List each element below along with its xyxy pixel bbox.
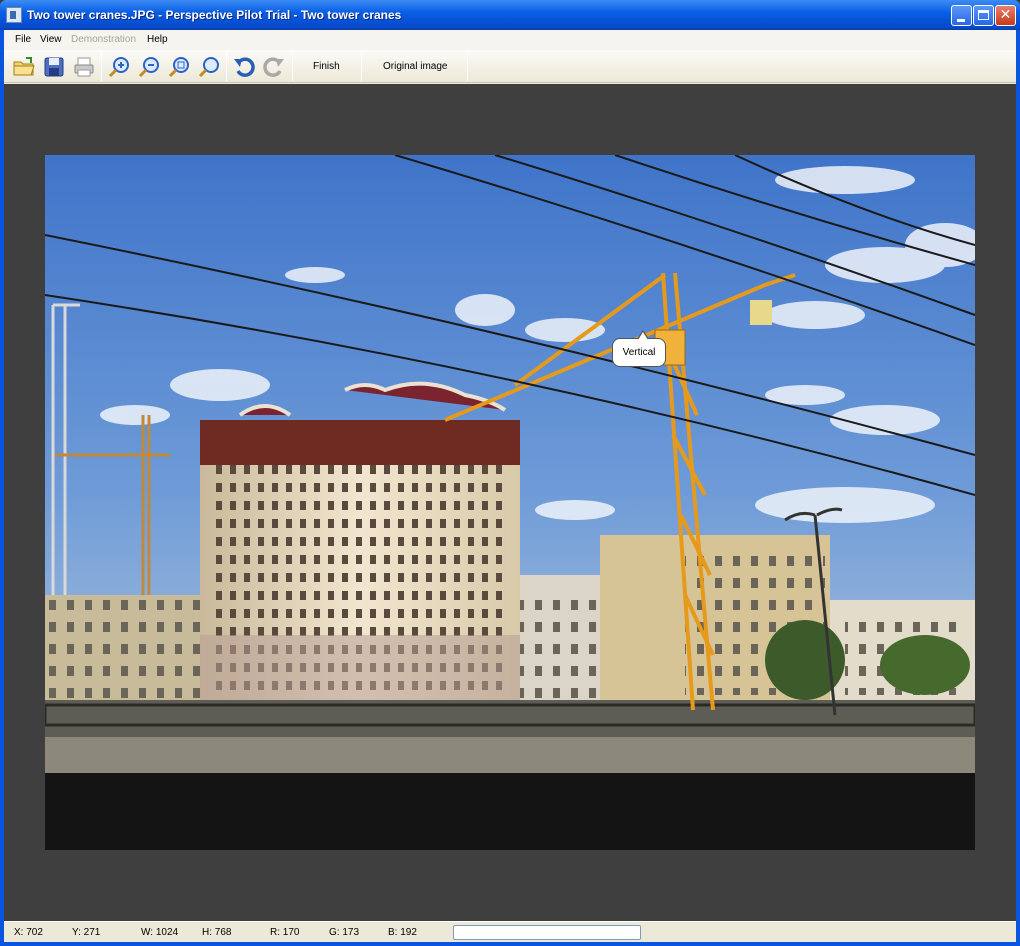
maximize-button[interactable] <box>973 5 994 26</box>
app-icon[interactable] <box>6 7 22 23</box>
zoom-out-icon[interactable] <box>137 55 161 79</box>
print-icon[interactable] <box>72 55 96 79</box>
zoom-fit-icon[interactable] <box>167 55 191 79</box>
menu-bar: File View Demonstration Help <box>4 30 1016 50</box>
toolbar-separator <box>361 53 362 81</box>
status-height: H: 768 <box>202 927 232 938</box>
client-area: File View Demonstration Help Finish Orig… <box>4 30 1016 942</box>
minimize-icon <box>957 19 965 22</box>
toolbar-separator <box>467 53 468 81</box>
close-button[interactable]: ✕ <box>995 5 1016 26</box>
finish-button[interactable]: Finish <box>313 61 340 72</box>
window-title: Two tower cranes.JPG - Perspective Pilot… <box>27 8 402 22</box>
image-canvas[interactable]: Vertical <box>4 84 1016 921</box>
app-window: Two tower cranes.JPG - Perspective Pilot… <box>0 0 1020 946</box>
zoom-in-icon[interactable] <box>107 55 131 79</box>
close-icon: ✕ <box>999 7 1012 23</box>
menu-help[interactable]: Help <box>147 34 168 45</box>
title-bar[interactable]: Two tower cranes.JPG - Perspective Pilot… <box>0 0 1020 30</box>
status-y: Y: 271 <box>72 927 101 938</box>
status-width: W: 1024 <box>141 927 179 938</box>
status-x: X: 702 <box>14 927 43 938</box>
save-icon[interactable] <box>42 55 66 79</box>
maximize-icon <box>978 10 989 20</box>
minimize-button[interactable] <box>951 5 972 26</box>
toolbar-separator <box>101 53 102 81</box>
status-bar: X: 702 Y: 271 W: 1024 H: 768 R: 170 G: 1… <box>4 921 1016 942</box>
menu-demonstration[interactable]: Demonstration <box>71 34 136 45</box>
toolbar-separator <box>292 53 293 81</box>
vertical-label-callout[interactable]: Vertical <box>612 330 666 367</box>
photo-image[interactable] <box>45 155 975 850</box>
original-image-button[interactable]: Original image <box>383 61 447 72</box>
status-green: G: 173 <box>329 927 360 938</box>
progress-bar <box>453 925 641 940</box>
zoom-actual-icon[interactable] <box>197 55 221 79</box>
status-blue: B: 192 <box>388 927 417 938</box>
open-folder-icon[interactable] <box>12 55 36 79</box>
toolbar: Finish Original image <box>4 50 1016 83</box>
redo-icon[interactable] <box>262 55 286 79</box>
menu-file[interactable]: File <box>15 34 31 45</box>
undo-icon[interactable] <box>232 55 256 79</box>
toolbar-separator <box>226 53 227 81</box>
menu-view[interactable]: View <box>40 34 62 45</box>
status-red: R: 170 <box>270 927 300 938</box>
